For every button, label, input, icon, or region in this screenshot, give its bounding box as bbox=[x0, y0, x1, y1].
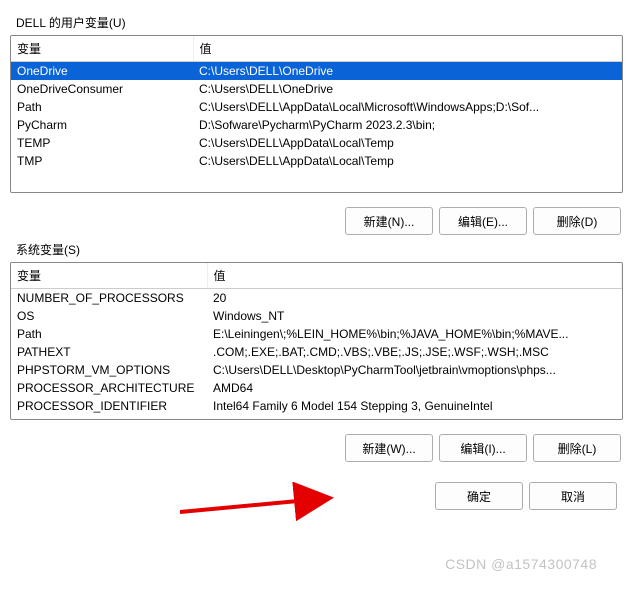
table-row[interactable]: PathE:\Leiningen\;%LEIN_HOME%\bin;%JAVA_… bbox=[11, 325, 622, 343]
var-name-cell: OS bbox=[11, 307, 207, 325]
var-value-cell: Windows_NT bbox=[207, 307, 622, 325]
var-value-cell: C:\Users\DELL\OneDrive bbox=[193, 80, 622, 98]
user-vars-label: DELL 的用户变量(U) bbox=[16, 14, 623, 31]
var-value-cell: C:\Users\DELL\AppData\Local\Microsoft\Wi… bbox=[193, 98, 622, 116]
var-value-cell: .COM;.EXE;.BAT;.CMD;.VBS;.VBE;.JS;.JSE;.… bbox=[207, 343, 622, 361]
table-row[interactable]: TMPC:\Users\DELL\AppData\Local\Temp bbox=[11, 152, 622, 170]
table-row[interactable]: PyCharmD:\Sofware\Pycharm\PyCharm 2023.2… bbox=[11, 116, 622, 134]
cancel-button[interactable]: 取消 bbox=[529, 482, 617, 510]
table-row[interactable]: PATHEXT.COM;.EXE;.BAT;.CMD;.VBS;.VBE;.JS… bbox=[11, 343, 622, 361]
table-row[interactable]: PROCESSOR_ARCHITECTUREAMD64 bbox=[11, 379, 622, 397]
var-value-cell: C:\Users\DELL\Desktop\PyCharmTool\jetbra… bbox=[207, 361, 622, 379]
var-name-cell: PROCESSOR_ARCHITECTURE bbox=[11, 379, 207, 397]
system-edit-button[interactable]: 编辑(I)... bbox=[439, 434, 527, 462]
system-new-button[interactable]: 新建(W)... bbox=[345, 434, 433, 462]
system-header-name[interactable]: 变量 bbox=[11, 263, 207, 289]
var-name-cell: OneDrive bbox=[11, 62, 193, 81]
table-row[interactable]: PathC:\Users\DELL\AppData\Local\Microsof… bbox=[11, 98, 622, 116]
var-name-cell: Path bbox=[11, 325, 207, 343]
user-edit-button[interactable]: 编辑(E)... bbox=[439, 207, 527, 235]
table-row[interactable]: TEMPC:\Users\DELL\AppData\Local\Temp bbox=[11, 134, 622, 152]
var-name-cell: PATHEXT bbox=[11, 343, 207, 361]
var-value-cell: 20 bbox=[207, 289, 622, 308]
table-row[interactable]: OneDriveC:\Users\DELL\OneDrive bbox=[11, 62, 622, 81]
table-row[interactable]: OneDriveConsumerC:\Users\DELL\OneDrive bbox=[11, 80, 622, 98]
system-vars-list[interactable]: 变量 值 NUMBER_OF_PROCESSORS20OSWindows_NTP… bbox=[10, 262, 623, 420]
system-vars-buttons: 新建(W)... 编辑(I)... 删除(L) bbox=[12, 434, 621, 462]
var-name-cell: TMP bbox=[11, 152, 193, 170]
var-value-cell: C:\Users\DELL\AppData\Local\Temp bbox=[193, 134, 622, 152]
table-row[interactable]: OSWindows_NT bbox=[11, 307, 622, 325]
user-header-value[interactable]: 值 bbox=[193, 36, 622, 62]
var-name-cell: PyCharm bbox=[11, 116, 193, 134]
var-value-cell: E:\Leiningen\;%LEIN_HOME%\bin;%JAVA_HOME… bbox=[207, 325, 622, 343]
var-name-cell: OneDriveConsumer bbox=[11, 80, 193, 98]
var-name-cell: PHPSTORM_VM_OPTIONS bbox=[11, 361, 207, 379]
user-delete-button[interactable]: 删除(D) bbox=[533, 207, 621, 235]
var-name-cell: NUMBER_OF_PROCESSORS bbox=[11, 289, 207, 308]
ok-button[interactable]: 确定 bbox=[435, 482, 523, 510]
system-delete-button[interactable]: 删除(L) bbox=[533, 434, 621, 462]
system-vars-label: 系统变量(S) bbox=[16, 241, 623, 258]
var-name-cell: TEMP bbox=[11, 134, 193, 152]
system-header-value[interactable]: 值 bbox=[207, 263, 622, 289]
user-header-name[interactable]: 变量 bbox=[11, 36, 193, 62]
var-value-cell: C:\Users\DELL\OneDrive bbox=[193, 62, 622, 81]
var-value-cell: Intel64 Family 6 Model 154 Stepping 3, G… bbox=[207, 397, 622, 415]
var-name-cell: PROCESSOR_IDENTIFIER bbox=[11, 397, 207, 415]
var-value-cell: C:\Users\DELL\AppData\Local\Temp bbox=[193, 152, 622, 170]
var-value-cell: AMD64 bbox=[207, 379, 622, 397]
env-vars-dialog: DELL 的用户变量(U) 变量 值 OneDriveC:\Users\DELL… bbox=[0, 0, 633, 522]
user-vars-buttons: 新建(N)... 编辑(E)... 删除(D) bbox=[12, 207, 621, 235]
table-row[interactable]: PHPSTORM_VM_OPTIONSC:\Users\DELL\Desktop… bbox=[11, 361, 622, 379]
user-vars-list[interactable]: 变量 值 OneDriveC:\Users\DELL\OneDriveOneDr… bbox=[10, 35, 623, 193]
user-new-button[interactable]: 新建(N)... bbox=[345, 207, 433, 235]
table-row[interactable]: PROCESSOR_IDENTIFIERIntel64 Family 6 Mod… bbox=[11, 397, 622, 415]
var-value-cell: D:\Sofware\Pycharm\PyCharm 2023.2.3\bin; bbox=[193, 116, 622, 134]
watermark: CSDN @a1574300748 bbox=[445, 556, 597, 572]
table-row[interactable]: NUMBER_OF_PROCESSORS20 bbox=[11, 289, 622, 308]
dialog-buttons: 确定 取消 bbox=[12, 482, 617, 510]
var-name-cell: Path bbox=[11, 98, 193, 116]
